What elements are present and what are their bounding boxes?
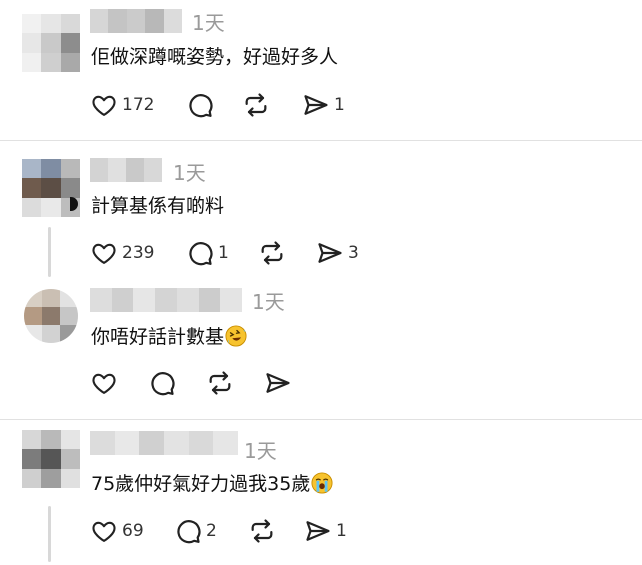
comment-bubble-icon: [151, 372, 175, 396]
reply-count: 2: [206, 521, 217, 541]
username-blurred[interactable]: [90, 9, 183, 33]
comment-bubble-icon: [189, 242, 213, 266]
like-count: 172: [122, 95, 155, 115]
comment-4: 1天 75歲仲好氣好力過我35歲 69 2 1: [0, 420, 642, 565]
reply-button[interactable]: 2: [174, 516, 217, 546]
share-button[interactable]: 3: [316, 238, 359, 268]
share-button[interactable]: [264, 368, 296, 398]
like-button[interactable]: 172: [90, 90, 154, 120]
send-paper-plane-icon: [266, 373, 290, 393]
repost-arrows-icon: [209, 371, 231, 395]
action-bar: 69 2 1: [90, 516, 410, 546]
heart-icon: [92, 373, 116, 394]
comment-3: 1天 你唔好話計數基: [0, 279, 642, 419]
username-blurred[interactable]: [90, 288, 243, 312]
share-button[interactable]: 1: [304, 516, 347, 546]
repost-button[interactable]: [258, 238, 290, 268]
repost-arrows-icon: [261, 241, 283, 265]
timestamp: 1天: [192, 11, 225, 35]
repost-arrows-icon: [245, 93, 267, 117]
heart-icon: [92, 521, 116, 542]
thread-line: [48, 506, 51, 562]
heart-icon: [92, 95, 116, 116]
repost-button[interactable]: [248, 516, 280, 546]
comment-bubble-icon: [189, 94, 213, 118]
timestamp: 1天: [173, 161, 206, 185]
action-bar: [90, 368, 410, 398]
reply-button[interactable]: 1: [186, 238, 229, 268]
send-paper-plane-icon: [304, 95, 328, 115]
action-bar: 239 1 3: [90, 238, 410, 268]
reply-button[interactable]: [148, 368, 180, 398]
timestamp: 1天: [244, 439, 277, 463]
username-blurred[interactable]: [90, 158, 162, 182]
avatar[interactable]: [22, 14, 80, 72]
share-button[interactable]: 1: [302, 90, 345, 120]
comment-text: 佢做深蹲嘅姿勢，好過好多人: [91, 46, 339, 68]
like-button[interactable]: 239: [90, 238, 154, 268]
avatar[interactable]: [24, 289, 78, 343]
comment-bubble-icon: [177, 520, 201, 544]
thread-line: [48, 227, 51, 277]
like-count: 239: [122, 243, 155, 263]
comment-text: 計算基係有啲料: [91, 195, 225, 217]
reply-button[interactable]: [186, 90, 218, 120]
share-count: 1: [334, 95, 345, 115]
comment-1: 1天 佢做深蹲嘅姿勢，好過好多人 172 1: [0, 0, 642, 140]
share-count: 3: [348, 243, 359, 263]
timestamp: 1天: [252, 290, 285, 314]
username-blurred[interactable]: [90, 431, 239, 455]
send-paper-plane-icon: [318, 243, 342, 263]
rolling-on-floor-laughing-emoji: [225, 325, 247, 347]
repost-button[interactable]: [206, 368, 238, 398]
like-count: 69: [122, 521, 144, 541]
comment-2: 1天 計算基係有啲料 239 1 3: [0, 141, 642, 279]
share-count: 1: [336, 521, 347, 541]
comment-text-content: 75歲仲好氣好力過我35歲: [91, 473, 311, 495]
comment-text-content: 你唔好話計數基: [91, 326, 225, 348]
reply-count: 1: [218, 243, 229, 263]
loudly-crying-face-emoji: [311, 472, 333, 494]
heart-icon: [92, 243, 116, 264]
comment-text: 你唔好話計數基: [91, 324, 247, 350]
comment-text: 75歲仲好氣好力過我35歲: [91, 471, 333, 497]
repost-button[interactable]: [242, 90, 274, 120]
avatar[interactable]: [22, 430, 80, 488]
like-button[interactable]: [90, 368, 122, 398]
send-paper-plane-icon: [306, 521, 330, 541]
action-bar: 172 1: [90, 90, 410, 120]
like-button[interactable]: 69: [90, 516, 144, 546]
repost-arrows-icon: [251, 519, 273, 543]
